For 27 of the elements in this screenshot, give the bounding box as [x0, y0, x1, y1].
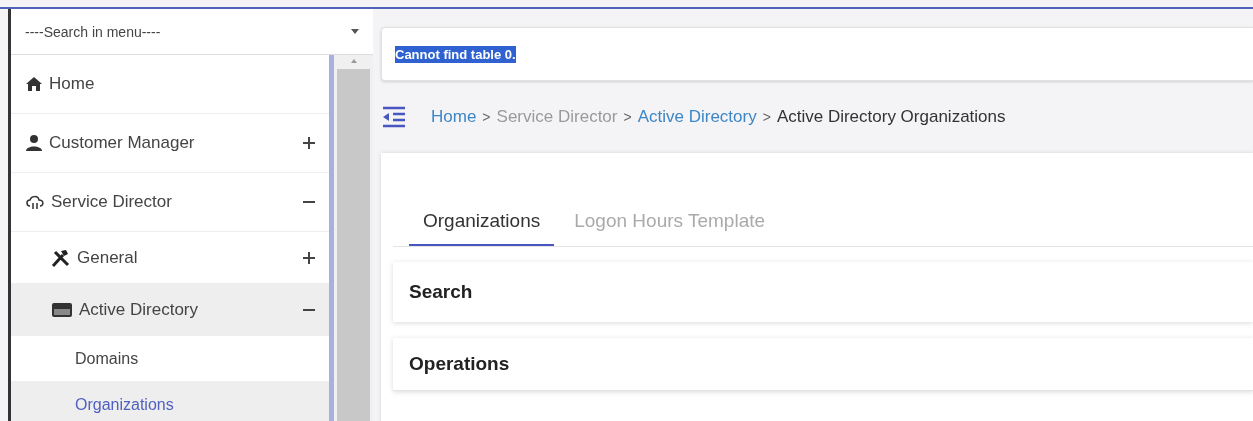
expand-icon[interactable] [303, 251, 315, 264]
menu-item[interactable]: Active Directory [11, 284, 329, 336]
cloud-icon [25, 194, 45, 210]
breadcrumb-link[interactable]: Home [431, 107, 477, 127]
menu-item[interactable]: Home [11, 55, 329, 114]
caret-icon[interactable] [351, 29, 359, 34]
breadcrumb-item: Service Director [496, 107, 618, 127]
tools-icon [51, 248, 71, 267]
breadcrumb-item: Active Directory Organizations [776, 107, 1006, 127]
breadcrumb-separator: > [762, 109, 771, 125]
menu-item[interactable]: Service Director [11, 173, 329, 232]
breadcrumb-separator: > [623, 109, 632, 125]
panel-header[interactable]: Operations [393, 338, 1253, 391]
house-icon [25, 76, 43, 92]
expand-icon[interactable] [303, 137, 315, 149]
card-icon [51, 301, 73, 318]
panel-header[interactable]: Search [393, 262, 1253, 322]
menu-search-field[interactable]: ----Search in menu---- [25, 19, 351, 44]
breadcrumb-separator: > [482, 109, 491, 125]
message-box: Cannot find table 0. [381, 27, 1253, 81]
menu-item[interactable]: Organizations [11, 382, 329, 421]
breadcrumb-link[interactable]: Active Directory [637, 107, 757, 127]
menu-icon[interactable] [381, 106, 407, 128]
scrollbar[interactable] [334, 55, 373, 421]
tab[interactable]: Organizations [409, 210, 555, 246]
menu-item[interactable]: Customer Manager [11, 114, 329, 173]
user-icon [25, 134, 43, 152]
